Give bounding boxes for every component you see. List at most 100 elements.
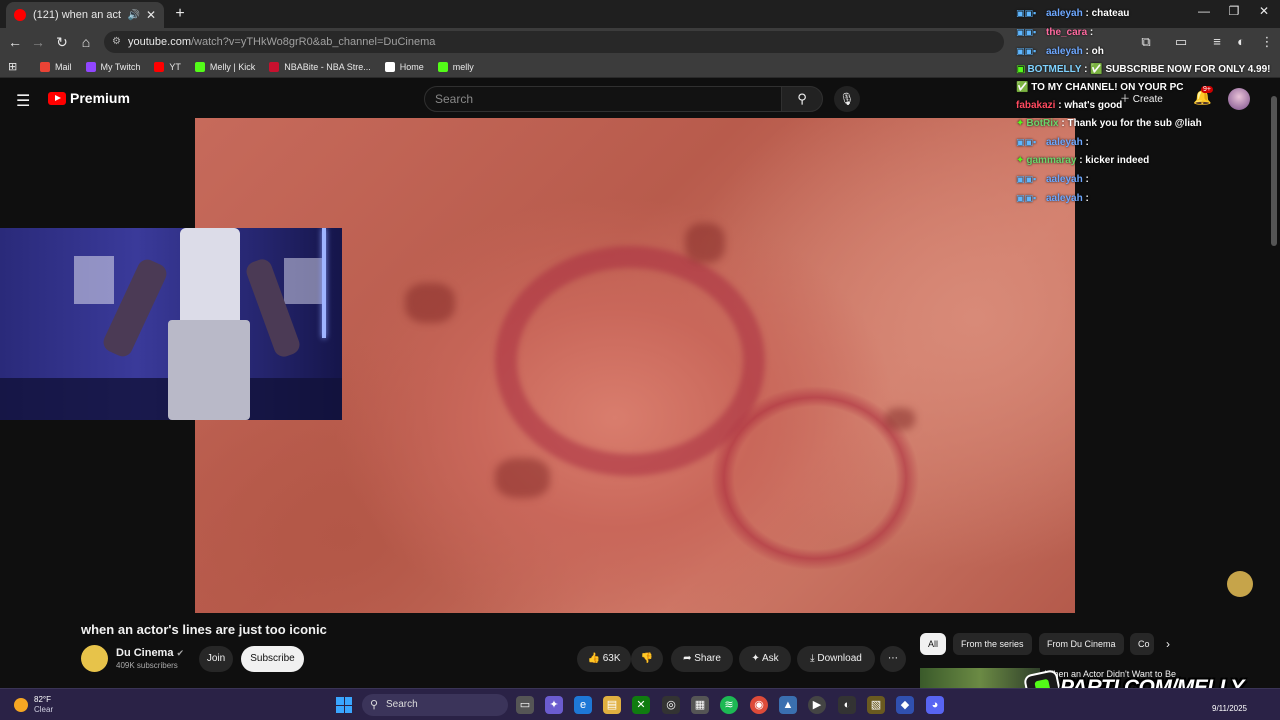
search-icon: ⚲ [797, 91, 807, 106]
chrome-icon[interactable]: ◉ [750, 696, 768, 714]
spotify-icon[interactable]: ≋ [720, 696, 738, 714]
page-scrollbar[interactable] [1271, 96, 1277, 246]
weather-temp: 82°F [34, 695, 51, 704]
chat-message: ✦ BotRix : Thank you for the sub @liah [1016, 115, 1280, 133]
copilot-icon[interactable]: ✦ [545, 696, 563, 714]
youtube-icon [154, 61, 165, 72]
chat-text: : [1089, 27, 1094, 38]
bookmark-mail[interactable]: Mail [40, 61, 72, 72]
channel-name[interactable]: Du Cinema ✔ [116, 647, 184, 659]
photos-icon[interactable]: ▲ [779, 696, 797, 714]
dislike-button[interactable]: 👎 [631, 646, 663, 672]
bookmark-x-home[interactable]: Home [384, 61, 424, 72]
chat-username: BotRix [1026, 118, 1059, 129]
url-path: /watch?v=yTHkWo8grR0&ab_channel=DuCinema [190, 36, 436, 48]
media-player-icon[interactable]: ▶ [808, 696, 826, 714]
bookmark-label: Melly | Kick [209, 61, 256, 72]
chat-username: the_cara [1046, 27, 1088, 38]
apps-grid-icon[interactable]: ⊞ [8, 60, 22, 73]
taskbar-search[interactable]: ⚲ Search [362, 694, 508, 716]
video-frame-stain [685, 223, 725, 263]
reload-icon[interactable]: ↻ [52, 32, 72, 52]
stream-chat-overlay: ▣▣▪ aaleyah : chateau ▣▣▪ the_cara : ▣▣▪ aa… [1016, 4, 1280, 208]
task-view-icon[interactable]: ▭ [516, 696, 534, 714]
video-frame-ring [495, 246, 765, 476]
nba-icon [269, 61, 280, 72]
chat-badges-icon: ▣▣▪ [1016, 27, 1037, 37]
youtube-play-icon [48, 91, 66, 105]
forward-icon[interactable]: → [28, 32, 48, 52]
kick-icon [437, 61, 448, 72]
bookmark-label: Home [399, 61, 424, 72]
chat-username: gammaray [1026, 155, 1077, 166]
channel-avatar[interactable] [81, 645, 108, 672]
subscribe-button[interactable]: Subscribe [241, 646, 304, 672]
twitch-icon [85, 61, 96, 72]
chip-truncated[interactable]: Co [1130, 633, 1154, 655]
x-icon [384, 61, 395, 72]
chat-message: ✅ TO MY CHANNEL! ON YOUR PC [1016, 79, 1280, 97]
xbox-icon[interactable]: ✕ [632, 696, 650, 714]
chip-from-du-cinema[interactable]: From Du Cinema [1039, 633, 1124, 655]
chat-text: ✅ TO MY CHANNEL! ON YOUR PC [1016, 82, 1184, 93]
app-icon[interactable]: ◆ [896, 696, 914, 714]
chat-text: : [1085, 193, 1089, 204]
chat-message: ▣ BOTMELLY : ✅ SUBSCRIBE NOW FOR ONLY 4.9… [1016, 61, 1280, 79]
speaker-icon[interactable]: 🔊 [127, 10, 139, 21]
chip-from-series[interactable]: From the series [953, 633, 1032, 655]
chip-all[interactable]: All [920, 633, 947, 655]
more-actions-button[interactable]: ⋯ [880, 646, 906, 672]
file-explorer-icon[interactable]: ▤ [603, 696, 621, 714]
verified-icon: ✔ [176, 648, 185, 658]
chat-text: : [1085, 137, 1089, 148]
ask-button[interactable]: ✦ Ask [739, 646, 791, 672]
recommended-thumbnail[interactable] [920, 668, 1040, 688]
browser-tab-youtube[interactable]: (121) when an actor's lines 🔊 ✕ [6, 2, 164, 28]
discord-icon[interactable]: ◕ [926, 696, 944, 714]
more-icon: ⋯ [888, 653, 898, 664]
voice-search-button[interactable]: 🎙 [834, 86, 860, 112]
chat-text: : ✅ SUBSCRIBE NOW FOR ONLY 4.99! [1084, 64, 1271, 75]
bookmark-twitch[interactable]: My Twitch [85, 61, 140, 72]
search-button[interactable]: ⚲ [781, 86, 823, 112]
share-button[interactable]: ➦ Share [671, 646, 733, 672]
obs-icon[interactable]: ◎ [662, 696, 680, 714]
capture-icon[interactable]: ◐ [838, 696, 856, 714]
join-button[interactable]: Join [199, 646, 233, 672]
url-bar[interactable]: ⚙ youtube.com/watch?v=yTHkWo8grR0&ab_cha… [104, 31, 1004, 53]
bookmark-kick[interactable]: Melly | Kick [194, 61, 256, 72]
kick-icon [194, 61, 205, 72]
like-button[interactable]: 👍 63K [577, 646, 631, 672]
edge-icon[interactable]: e [574, 696, 592, 714]
app-icon[interactable]: ▧ [867, 696, 885, 714]
chat-badges-icon: ▣▣▪ [1016, 8, 1037, 18]
hamburger-menu-icon[interactable]: ☰ [16, 91, 30, 111]
back-icon[interactable]: ← [5, 32, 25, 52]
chat-message: ▣▣▪ aaleyah : [1016, 170, 1280, 189]
bookmark-yt[interactable]: YT [154, 61, 181, 72]
chat-message: fabakazi : what's good [1016, 97, 1280, 115]
chips-next-icon[interactable]: › [1166, 637, 1170, 651]
chat-text: : oh [1085, 46, 1104, 57]
bookmark-nbabite[interactable]: NBABite - NBA Stre... [269, 61, 371, 72]
weather-widget[interactable]: 82°F Clear [14, 695, 53, 715]
youtube-premium-logo[interactable]: Premium [48, 90, 130, 106]
new-tab-button[interactable]: + [170, 4, 190, 24]
bot-badge-icon: ▣ [1016, 64, 1026, 75]
sparkle-icon: ✦ [751, 653, 760, 664]
chat-text: : kicker indeed [1079, 155, 1150, 166]
windows-start-icon[interactable] [336, 697, 352, 713]
bookmark-label: NBABite - NBA Stre... [284, 61, 371, 72]
store-icon[interactable]: ▦ [691, 696, 709, 714]
taskbar-date[interactable]: 9/11/2025 [1212, 704, 1247, 713]
bot-badge-icon: ✦ [1016, 118, 1025, 129]
floating-channel-button[interactable] [1227, 571, 1253, 597]
site-info-icon[interactable]: ⚙ [112, 31, 121, 53]
bookmark-melly[interactable]: melly [437, 61, 474, 72]
video-frame-stain [885, 408, 915, 430]
close-tab-icon[interactable]: ✕ [146, 8, 156, 22]
home-icon[interactable]: ⌂ [76, 32, 96, 52]
download-button[interactable]: ⤓ Download [797, 646, 875, 672]
search-input[interactable]: Search [424, 86, 782, 112]
chat-text: : what's good [1058, 100, 1123, 111]
